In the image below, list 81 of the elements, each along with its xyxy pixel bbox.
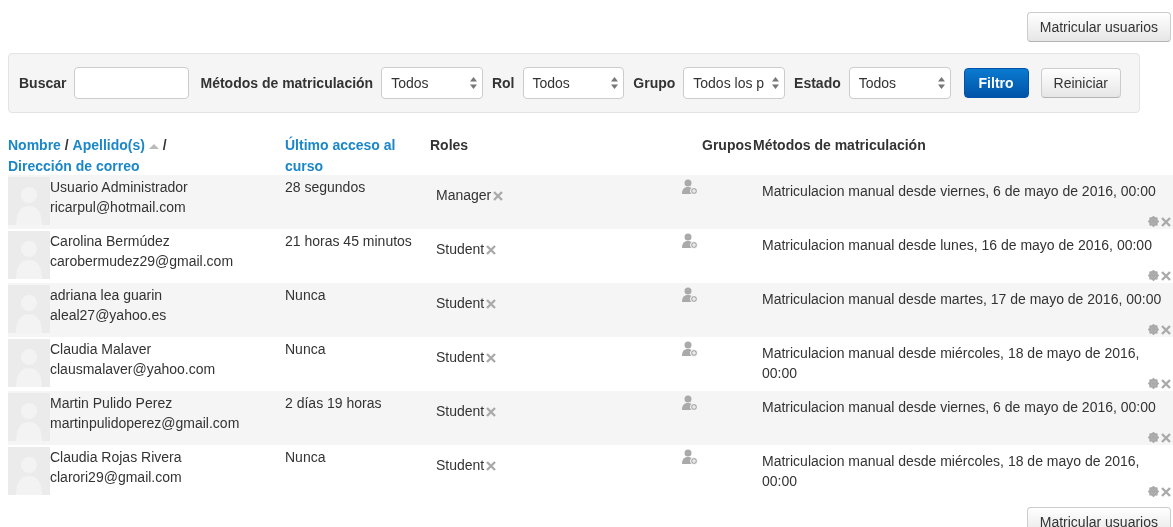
remove-icon[interactable] [1161,270,1171,281]
user-email: carobermudez29@gmail.com [50,252,235,271]
updown-arrow-icon [772,77,780,89]
enrol-users-button[interactable]: Matricular usuarios [1026,12,1171,42]
search-field[interactable] [74,67,190,99]
role-name: Student [436,402,485,421]
user-email: aleal27@yahoo.es [50,306,168,325]
column-header: Grupos [702,137,752,153]
filter-label: Rol [491,75,515,91]
user-name[interactable]: Claudia Malaver [50,339,285,359]
select-field[interactable]: Todos [522,67,625,99]
separator: / [162,137,167,153]
user-email: martinpulidoperez@gmail.com [50,414,241,433]
add-user-icon[interactable] [682,233,698,249]
remove-icon[interactable] [493,191,504,201]
last-access: 2 días 19 horas [285,394,383,413]
gear-icon[interactable] [1148,270,1159,281]
last-access: Nunca [285,448,327,467]
last-access: 21 horas 45 minutos [285,232,413,251]
filter-label: Grupo [633,75,676,91]
search-label: Buscar [19,75,67,91]
user-email: clausmalaver@yahoo.com [50,360,217,379]
gear-icon[interactable] [1148,378,1159,389]
gear-icon[interactable] [1148,432,1159,443]
select-field[interactable]: Todos [848,67,951,99]
add-user-icon[interactable] [682,341,698,357]
updown-arrow-icon [611,77,619,89]
gear-icon[interactable] [1148,324,1159,335]
sort-link[interactable]: Último acceso al curso [285,135,410,177]
filter-button[interactable]: Filtro [963,68,1029,98]
remove-icon[interactable] [486,353,497,363]
updown-arrow-icon [469,77,477,89]
separator: / [64,137,69,153]
select-field[interactable]: Todos los p [683,67,786,99]
remove-icon[interactable] [486,407,497,417]
user-name[interactable]: Usuario Administrador [50,177,285,197]
remove-icon[interactable] [486,461,497,471]
remove-icon[interactable] [1161,486,1171,497]
role-name: Manager [436,186,492,205]
select-field[interactable]: Todos [381,67,483,99]
add-user-icon[interactable] [682,287,698,303]
user-name[interactable]: adriana lea guarin [50,285,285,305]
remove-icon[interactable] [1161,216,1171,227]
gear-icon[interactable] [1148,486,1159,497]
add-user-icon[interactable] [682,179,698,195]
user-name[interactable]: Claudia Rojas Rivera [50,447,285,467]
last-access: Nunca [285,340,327,359]
enrolment-method: Matriculacion manual desde miércoles, 18 de mayo de 2016, 00:00 [762,345,1140,381]
role-name: Student [436,294,485,313]
add-user-icon[interactable] [682,449,698,465]
updown-arrow-icon [937,77,945,89]
enrolment-method: Matriculacion manual desde lunes, 16 de mayo de 2016, 00:00 [762,237,1152,253]
remove-icon[interactable] [1161,378,1171,389]
remove-icon[interactable] [486,299,497,309]
column-header: Métodos de matriculación [753,137,926,153]
reset-button[interactable]: Reiniciar [1040,68,1121,98]
enrolment-method: Matriculacion manual desde martes, 17 de mayo de 2016, 00:00 [762,291,1162,307]
add-user-icon[interactable] [682,395,698,411]
user-email: clarori29@gmail.com [50,468,183,487]
role-name: Student [436,348,485,367]
enrolment-method: Matriculacion manual desde viernes, 6 de mayo de 2016, 00:00 [762,183,1156,199]
last-access: 28 segundos [285,178,367,197]
enrol-users-button[interactable]: Matricular usuarios [1026,507,1171,527]
remove-icon[interactable] [486,245,497,255]
sort-link[interactable]: Dirección de correo [8,156,140,177]
column-header: Roles [430,137,469,153]
role-name: Student [436,240,485,259]
sort-link[interactable]: Nombre [8,135,61,156]
role-name: Student [436,456,485,475]
last-access: Nunca [285,286,327,305]
user-name[interactable]: Martin Pulido Perez [50,393,285,413]
user-name[interactable]: Carolina Bermúdez [50,231,285,251]
filter-label: Estado [794,75,841,91]
enrolment-method: Matriculacion manual desde viernes, 6 de mayo de 2016, 00:00 [762,399,1156,415]
user-email: ricarpul@hotmail.com [50,198,187,217]
filter-label: Métodos de matriculación [200,75,374,91]
sort-link[interactable]: Apellido(s) [72,135,145,156]
remove-icon[interactable] [1161,324,1171,335]
gear-icon[interactable] [1148,216,1159,227]
enrolment-method: Matriculacion manual desde miércoles, 18 de mayo de 2016, 00:00 [762,453,1140,489]
remove-icon[interactable] [1161,432,1171,443]
